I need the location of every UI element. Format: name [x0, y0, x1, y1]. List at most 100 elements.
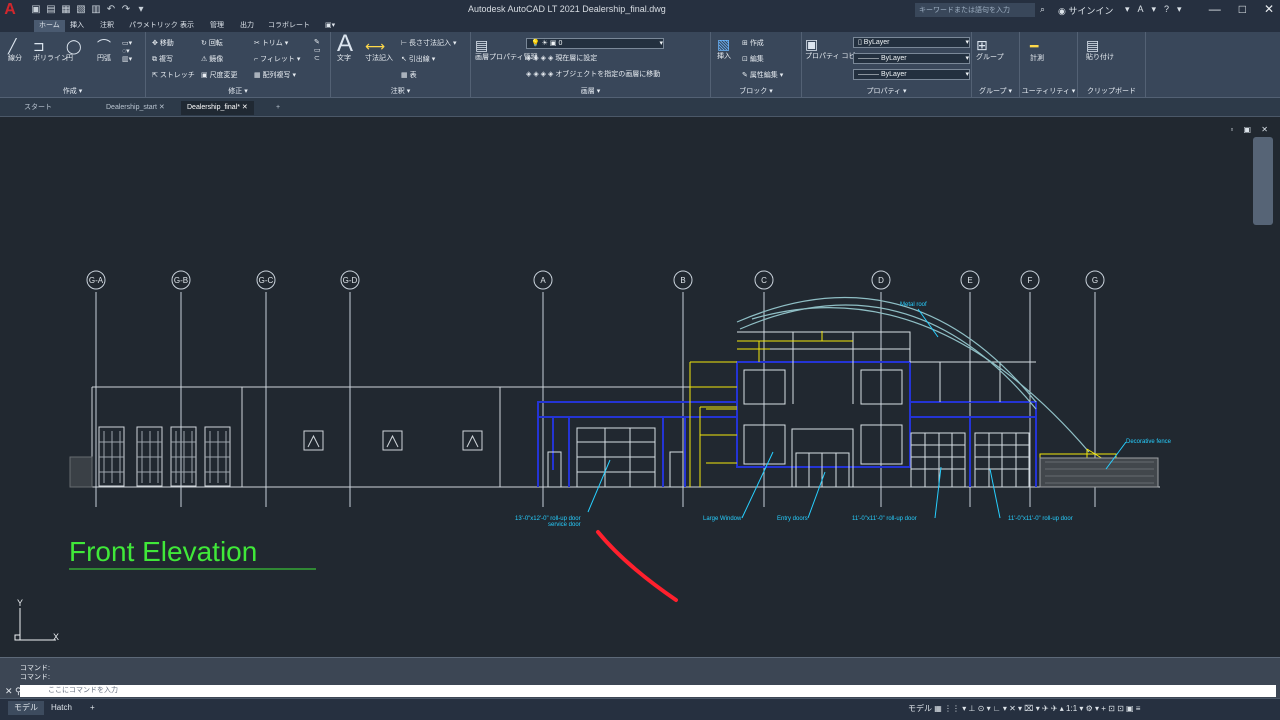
new-document-tab[interactable]: +: [270, 101, 286, 115]
minimize-icon[interactable]: —: [1209, 2, 1221, 16]
shape-tools[interactable]: ▭▾ ◌▾ ▥▾: [122, 39, 132, 63]
move-to-layer-label: オブジェクトを指定の画層に移動: [555, 71, 661, 78]
front-elevation-drawing[interactable]: G-A G-B G-C G-D A B C D E F G Metal roof…: [0, 117, 1280, 658]
sign-in-button[interactable]: ◉ サインイン: [1058, 4, 1113, 17]
table-tool[interactable]: ▦ 表: [401, 70, 417, 80]
edit-block-tool[interactable]: ⊡ 編集: [742, 54, 764, 64]
grid-label-d: D: [878, 276, 884, 285]
front-elevation-title[interactable]: Front Elevation: [69, 536, 257, 567]
hatch-layout-tab[interactable]: Hatch: [45, 701, 78, 715]
color-select[interactable]: ▯ ByLayer ▾: [853, 37, 970, 48]
lineweight-select[interactable]: ——— ByLayer ▾: [853, 69, 970, 80]
model-tab[interactable]: モデル: [8, 701, 44, 715]
dealership-start-tab[interactable]: Dealership_start ✕: [100, 101, 171, 115]
circle-tool[interactable]: ◯ 円: [66, 39, 82, 63]
linear-dimension-tool[interactable]: ⊢ 長さ寸法記入 ▾: [401, 38, 457, 48]
group-panel-title[interactable]: グループ ▾: [972, 86, 1019, 96]
tab-view[interactable]: 表示: [175, 20, 199, 32]
paste-tool[interactable]: ▤ 貼り付け: [1086, 38, 1114, 62]
blue-storefront-frame[interactable]: [537, 361, 1037, 487]
navigation-bar[interactable]: [1253, 137, 1273, 225]
tab-annotate[interactable]: 注釈: [95, 20, 119, 32]
red-markup-stroke[interactable]: [596, 530, 678, 602]
tab-collaborate[interactable]: コラボレート: [263, 20, 315, 32]
entry-doors-label[interactable]: Entry doors: [777, 516, 808, 522]
tab-manage[interactable]: 管理: [205, 20, 229, 32]
open-file-icon[interactable]: ▤: [45, 4, 57, 16]
new-file-icon[interactable]: ▣: [30, 4, 42, 16]
command-input[interactable]: ここにコマンドを入力: [20, 685, 1276, 697]
decorative-fence-label[interactable]: Decorative fence: [1126, 439, 1172, 445]
grid-g-d[interactable]: G-D: [340, 270, 360, 507]
undo-icon[interactable]: ↶: [105, 4, 117, 16]
status-toolbar[interactable]: モデル ▦ ⋮⋮ ▾ ⊥ ⊙ ▾ ∟ ▾ ✕ ▾ ⌧ ▾ ✈ ✈ ▴ 1:1 ▾…: [908, 703, 1140, 714]
search-icon[interactable]: ⌕: [1040, 4, 1045, 15]
autocad-logo-icon[interactable]: A: [0, 0, 20, 20]
start-tab[interactable]: スタート: [18, 101, 58, 115]
grid-label-e: E: [967, 276, 972, 285]
leader-tool[interactable]: ↖ 引出線 ▾: [401, 54, 435, 64]
grid-a[interactable]: A: [533, 270, 553, 507]
plot-icon[interactable]: ▥: [90, 4, 102, 16]
modify-panel-title[interactable]: 修正 ▾: [146, 86, 330, 96]
measure-tool[interactable]: ━ 計測: [1030, 39, 1044, 63]
create-block-tool[interactable]: ⊞ 作成: [742, 38, 764, 48]
dropdown-icon[interactable]: ▾: [135, 4, 147, 16]
add-layout-tab[interactable]: +: [84, 701, 101, 715]
viewport-controls[interactable]: ▫ ▣ ✕: [1230, 125, 1272, 134]
linetype-select[interactable]: ——— ByLayer ▾: [853, 53, 970, 64]
layer-buttons-row-1[interactable]: ◈ ◈ ◈ ◈ 現在層に設定: [526, 53, 597, 63]
dealership-final-tab[interactable]: Dealership_final* ✕: [181, 101, 254, 115]
help-search-input[interactable]: キーワードまたは語句を入力: [915, 3, 1035, 17]
arc-tool[interactable]: ⌒ 円弧: [97, 39, 111, 63]
copy-tool[interactable]: ⧉ 複写: [152, 54, 173, 64]
tab-parametric[interactable]: パラメトリック: [124, 20, 183, 32]
move-tool[interactable]: ✥ 移動: [152, 38, 174, 48]
polyline-tool[interactable]: ⊐ ポリライン: [33, 39, 68, 63]
glass-and-doors[interactable]: [547, 331, 1036, 488]
close-icon[interactable]: ✕: [1264, 2, 1274, 16]
large-window-label[interactable]: Large Window: [703, 516, 742, 522]
save-as-icon[interactable]: ▧: [75, 4, 87, 16]
create-block-label: 作成: [749, 40, 764, 47]
scale-tool[interactable]: ▣ 尺度変更: [201, 70, 238, 80]
tab-output[interactable]: 出力: [235, 20, 259, 32]
line-tool[interactable]: ╱ 線分: [8, 39, 22, 63]
mirror-tool[interactable]: ⚠ 鏡像: [201, 54, 223, 64]
modify-extra-tools[interactable]: ✎ ▭ ⊂: [314, 38, 321, 62]
group-tool[interactable]: ⊞ グループ: [976, 38, 1004, 62]
trim-tool[interactable]: ✂ トリム ▾: [254, 38, 288, 48]
circle-icon: ◯: [66, 38, 82, 54]
array-tool[interactable]: ▦ 配列複写 ▾: [254, 70, 296, 80]
roll-up-door-label-2[interactable]: 11'-0"x11'-0" roll-up door: [852, 516, 917, 522]
rotate-tool[interactable]: ↻ 回転: [201, 38, 223, 48]
sign-in-label: サインイン: [1068, 6, 1114, 16]
properties-panel-title[interactable]: プロパティ ▾: [802, 86, 971, 96]
dimension-tool[interactable]: ⟷ 寸法記入: [365, 39, 393, 63]
color-value: ByLayer: [863, 39, 890, 46]
redo-icon[interactable]: ↷: [120, 4, 132, 16]
edit-attribute-tool[interactable]: ✎ 属性編集 ▾: [742, 70, 783, 80]
insert-block-tool[interactable]: ▧ 挿入: [717, 37, 731, 61]
tab-insert[interactable]: 挿入: [65, 20, 89, 32]
block-panel-title[interactable]: ブロック ▾: [711, 86, 801, 96]
draw-panel-title[interactable]: 作成 ▾: [0, 86, 145, 96]
title-tools[interactable]: ▾A▾?▾: [1125, 4, 1190, 15]
service-door-label[interactable]: service door: [548, 522, 581, 528]
clipboard-panel-title[interactable]: クリップボード: [1078, 86, 1145, 96]
metal-roof-label[interactable]: Metal roof: [900, 302, 927, 308]
roll-up-door-label-3[interactable]: 11'-0"x11'-0" roll-up door: [1008, 516, 1073, 522]
drawing-area[interactable]: G-A G-B G-C G-D A B C D E F G Metal roof…: [0, 116, 1280, 657]
stretch-tool[interactable]: ⇱ ストレッチ: [152, 70, 195, 80]
fillet-tool[interactable]: ⌐ フィレット ▾: [254, 54, 300, 64]
layers-panel-title[interactable]: 画層 ▾: [471, 86, 710, 96]
save-icon[interactable]: ▦: [60, 4, 72, 16]
current-layer-select[interactable]: 💡 ☀ ▣ 0 ▾: [526, 38, 664, 49]
maximize-icon[interactable]: □: [1239, 2, 1246, 16]
utilities-panel-title[interactable]: ユーティリティ ▾: [1020, 86, 1077, 96]
text-tool[interactable]: A 文字: [337, 32, 353, 63]
grid-g-c[interactable]: G-C: [256, 270, 276, 507]
annotation-panel-title[interactable]: 注釈 ▾: [331, 86, 470, 96]
tab-home[interactable]: ホーム: [34, 20, 65, 32]
layer-buttons-row-2[interactable]: ◈ ◈ ◈ ◈ オブジェクトを指定の画層に移動: [526, 69, 660, 79]
